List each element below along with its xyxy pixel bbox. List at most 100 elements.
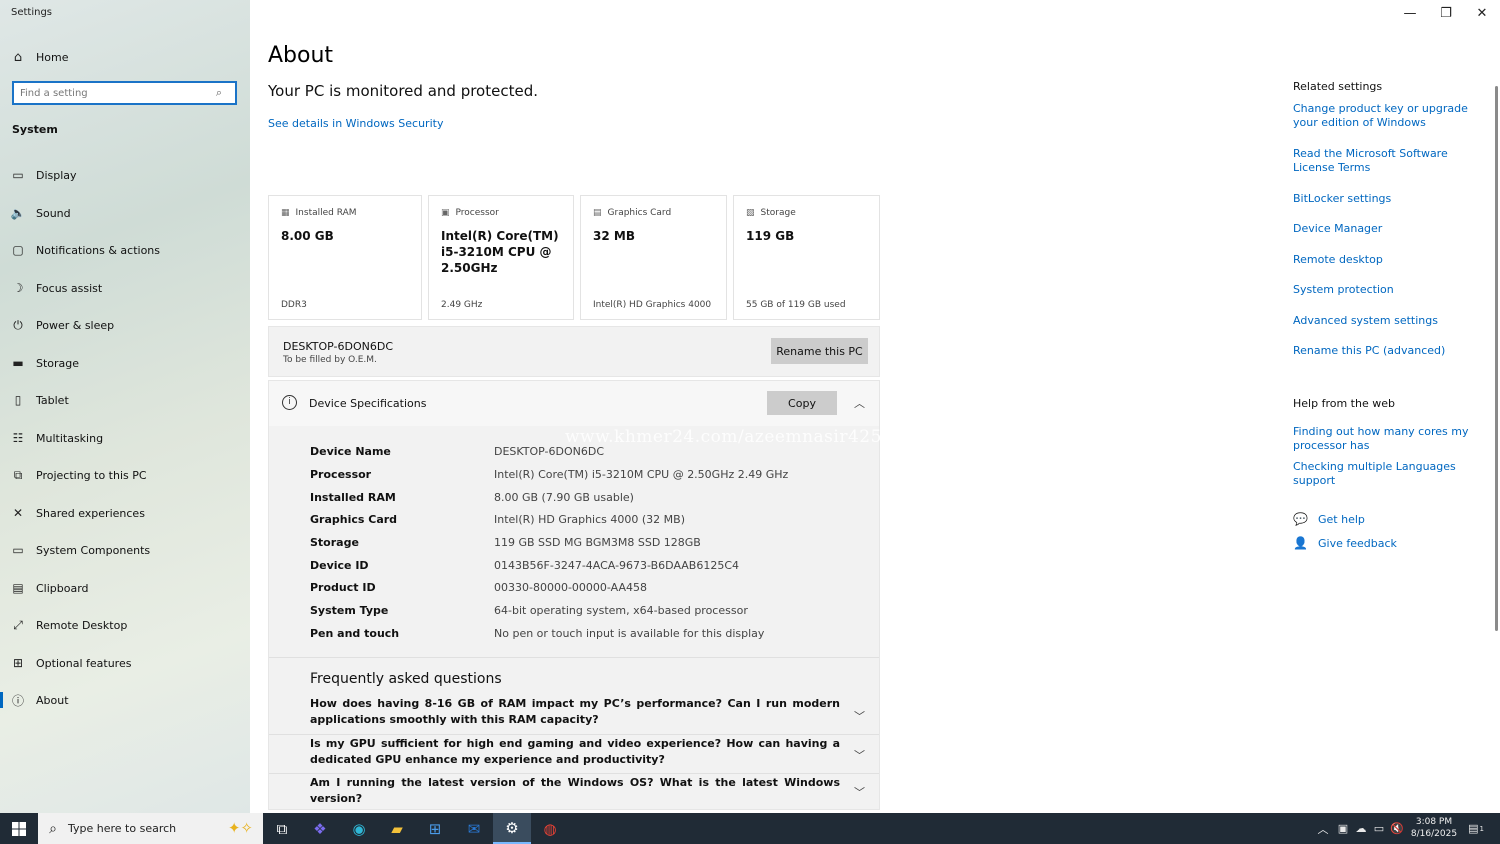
sparkle-icon: ✦✧ bbox=[227, 819, 253, 837]
give-feedback-row[interactable]: 👤 Give feedback bbox=[1293, 536, 1397, 550]
related-link-advanced-settings[interactable]: Advanced system settings bbox=[1293, 314, 1483, 328]
sidebar-home[interactable]: ⌂ Home bbox=[0, 46, 250, 68]
start-button[interactable] bbox=[0, 813, 38, 844]
related-settings-title: Related settings bbox=[1293, 80, 1383, 93]
rename-pc-button[interactable]: Rename this PC bbox=[771, 338, 868, 364]
get-help-icon: 💬 bbox=[1293, 512, 1308, 526]
maximize-button[interactable]: ❐ bbox=[1428, 0, 1464, 26]
copilot-icon[interactable]: ❖ bbox=[301, 813, 339, 844]
sidebar-item-focus-assist[interactable]: ☽ Focus assist bbox=[0, 273, 250, 303]
chrome-icon[interactable]: ◍ bbox=[531, 813, 569, 844]
spec-key: Device ID bbox=[310, 559, 369, 572]
minimize-button[interactable]: — bbox=[1392, 0, 1428, 26]
taskbar-search-text: Type here to search bbox=[68, 822, 177, 835]
sidebar-item-power[interactable]: ⏻ Power & sleep bbox=[0, 310, 250, 340]
sidebar-item-projecting[interactable]: ⧉ Projecting to this PC bbox=[0, 460, 250, 490]
spec-key: Processor bbox=[310, 468, 372, 481]
spec-value: 00330-80000-00000-AA458 bbox=[494, 581, 647, 594]
scrollbar[interactable] bbox=[1495, 86, 1498, 631]
faq-question[interactable]: Is my GPU sufficient for high end gaming… bbox=[310, 736, 840, 768]
info-icon: i bbox=[282, 395, 297, 410]
sidebar-item-clipboard[interactable]: ▤ Clipboard bbox=[0, 573, 250, 603]
card-value: 8.00 GB bbox=[281, 229, 334, 243]
sound-icon: 🔈 bbox=[10, 206, 26, 220]
taskbar-search[interactable]: ⌕ Type here to search ✦✧ bbox=[38, 813, 263, 844]
section-label: System bbox=[12, 123, 58, 136]
spec-value: 8.00 GB (7.90 GB usable) bbox=[494, 491, 634, 504]
volume-icon[interactable]: 🔇 bbox=[1388, 813, 1406, 844]
chevron-up-icon[interactable]: ︿ bbox=[854, 395, 865, 411]
storage-icon: ▧ bbox=[746, 208, 755, 218]
related-link-bitlocker[interactable]: BitLocker settings bbox=[1293, 192, 1483, 206]
sidebar-item-label: Notifications & actions bbox=[36, 243, 161, 257]
multitasking-icon: ☷ bbox=[12, 431, 24, 445]
ram-icon: ▦ bbox=[281, 208, 290, 218]
taskbar: ⌕ Type here to search ✦✧ ⧉ ❖ ◉ ▰ ⊞ ✉ ⚙ ◍… bbox=[0, 813, 1500, 844]
card-sub: Intel(R) HD Graphics 4000 bbox=[593, 300, 712, 310]
card-value: 119 GB bbox=[746, 229, 795, 243]
sidebar-item-label: Sound bbox=[36, 206, 71, 220]
related-link-license-terms[interactable]: Read the Microsoft Software License Term… bbox=[1293, 147, 1483, 175]
edge-icon[interactable]: ◉ bbox=[340, 813, 378, 844]
sidebar-item-optional-features[interactable]: ⊞ Optional features bbox=[0, 648, 250, 678]
sidebar-item-sound[interactable]: 🔈 Sound bbox=[0, 198, 250, 228]
close-button[interactable]: ✕ bbox=[1464, 0, 1500, 26]
file-explorer-icon[interactable]: ▰ bbox=[378, 813, 416, 844]
network-icon[interactable]: ▭ bbox=[1370, 813, 1388, 844]
task-view-icon[interactable]: ⧉ bbox=[263, 813, 301, 844]
related-link-device-manager[interactable]: Device Manager bbox=[1293, 222, 1483, 236]
shared-experiences-icon: ✕ bbox=[12, 506, 24, 520]
search-box[interactable]: ⌕ bbox=[12, 81, 237, 105]
meet-now-icon[interactable]: ▣ bbox=[1334, 813, 1352, 844]
related-link-remote-desktop[interactable]: Remote desktop bbox=[1293, 253, 1483, 267]
help-link-cores[interactable]: Finding out how many cores my processor … bbox=[1293, 425, 1483, 453]
faq-question[interactable]: Am I running the latest version of the W… bbox=[310, 775, 840, 807]
sidebar-item-shared-experiences[interactable]: ✕ Shared experiences bbox=[0, 498, 250, 528]
onedrive-icon[interactable]: ☁ bbox=[1352, 813, 1370, 844]
clock[interactable]: 3:08 PM 8/16/2025 bbox=[1410, 816, 1458, 840]
sidebar-item-system-components[interactable]: ▭ System Components bbox=[0, 535, 250, 565]
sidebar-item-display[interactable]: ▭ Display bbox=[0, 160, 250, 190]
get-help-row[interactable]: 💬 Get help bbox=[1293, 512, 1365, 526]
windows-security-link[interactable]: See details in Windows Security bbox=[268, 117, 443, 130]
pc-name: DESKTOP-6DON6DC bbox=[283, 340, 394, 353]
chevron-down-icon[interactable]: ﹀ bbox=[854, 784, 865, 800]
sidebar-item-multitasking[interactable]: ☷ Multitasking bbox=[0, 423, 250, 453]
spec-value: Intel(R) HD Graphics 4000 (32 MB) bbox=[494, 513, 685, 526]
remote-desktop-icon: ⤢ bbox=[13, 617, 23, 632]
notifications-icon[interactable]: ▤ 1 bbox=[1464, 813, 1488, 844]
sidebar-item-label: Remote Desktop bbox=[36, 618, 128, 632]
sidebar-item-remote-desktop[interactable]: ⤢ Remote Desktop bbox=[0, 610, 250, 640]
get-help-link[interactable]: Get help bbox=[1318, 513, 1365, 526]
sidebar-item-tablet[interactable]: ▯ Tablet bbox=[0, 385, 250, 415]
related-link-system-protection[interactable]: System protection bbox=[1293, 283, 1483, 297]
settings-icon[interactable]: ⚙ bbox=[493, 813, 531, 844]
sidebar-item-label: Display bbox=[36, 168, 77, 182]
device-specifications-header[interactable]: i Device Specifications Copy ︿ bbox=[269, 381, 879, 426]
related-link-rename-advanced[interactable]: Rename this PC (advanced) bbox=[1293, 344, 1483, 358]
related-link-product-key[interactable]: Change product key or upgrade your editi… bbox=[1293, 102, 1483, 130]
chevron-down-icon[interactable]: ﹀ bbox=[854, 747, 865, 763]
card-value: 32 MB bbox=[593, 229, 635, 243]
chevron-down-icon[interactable]: ﹀ bbox=[854, 708, 865, 724]
sidebar-item-label: Projecting to this PC bbox=[36, 468, 147, 482]
help-link-languages[interactable]: Checking multiple Languages support bbox=[1293, 460, 1483, 488]
faq-question[interactable]: How does having 8-16 GB of RAM impact my… bbox=[310, 696, 840, 728]
sidebar-item-about[interactable]: ⓘ About bbox=[0, 685, 250, 715]
store-icon[interactable]: ⊞ bbox=[416, 813, 454, 844]
outlook-icon[interactable]: ✉ bbox=[455, 813, 493, 844]
spec-key: Graphics Card bbox=[310, 513, 398, 526]
search-input[interactable] bbox=[14, 87, 209, 99]
divider bbox=[269, 657, 879, 658]
spec-key: Storage bbox=[310, 536, 359, 549]
sidebar-item-storage[interactable]: ▬ Storage bbox=[0, 348, 250, 378]
search-icon[interactable]: ⌕ bbox=[209, 86, 229, 100]
storage-card: ▧ Storage 119 GB 55 GB of 119 GB used bbox=[733, 195, 880, 320]
give-feedback-link[interactable]: Give feedback bbox=[1318, 537, 1397, 550]
chevron-up-icon[interactable]: ︿ bbox=[1314, 813, 1332, 844]
card-sub: 2.49 GHz bbox=[441, 300, 483, 310]
sidebar-item-notifications[interactable]: ▢ Notifications & actions bbox=[0, 235, 250, 265]
spec-key: System Type bbox=[310, 604, 389, 617]
copy-button[interactable]: Copy bbox=[767, 391, 837, 415]
graphics-card: ▤ Graphics Card 32 MB Intel(R) HD Graphic… bbox=[580, 195, 727, 320]
